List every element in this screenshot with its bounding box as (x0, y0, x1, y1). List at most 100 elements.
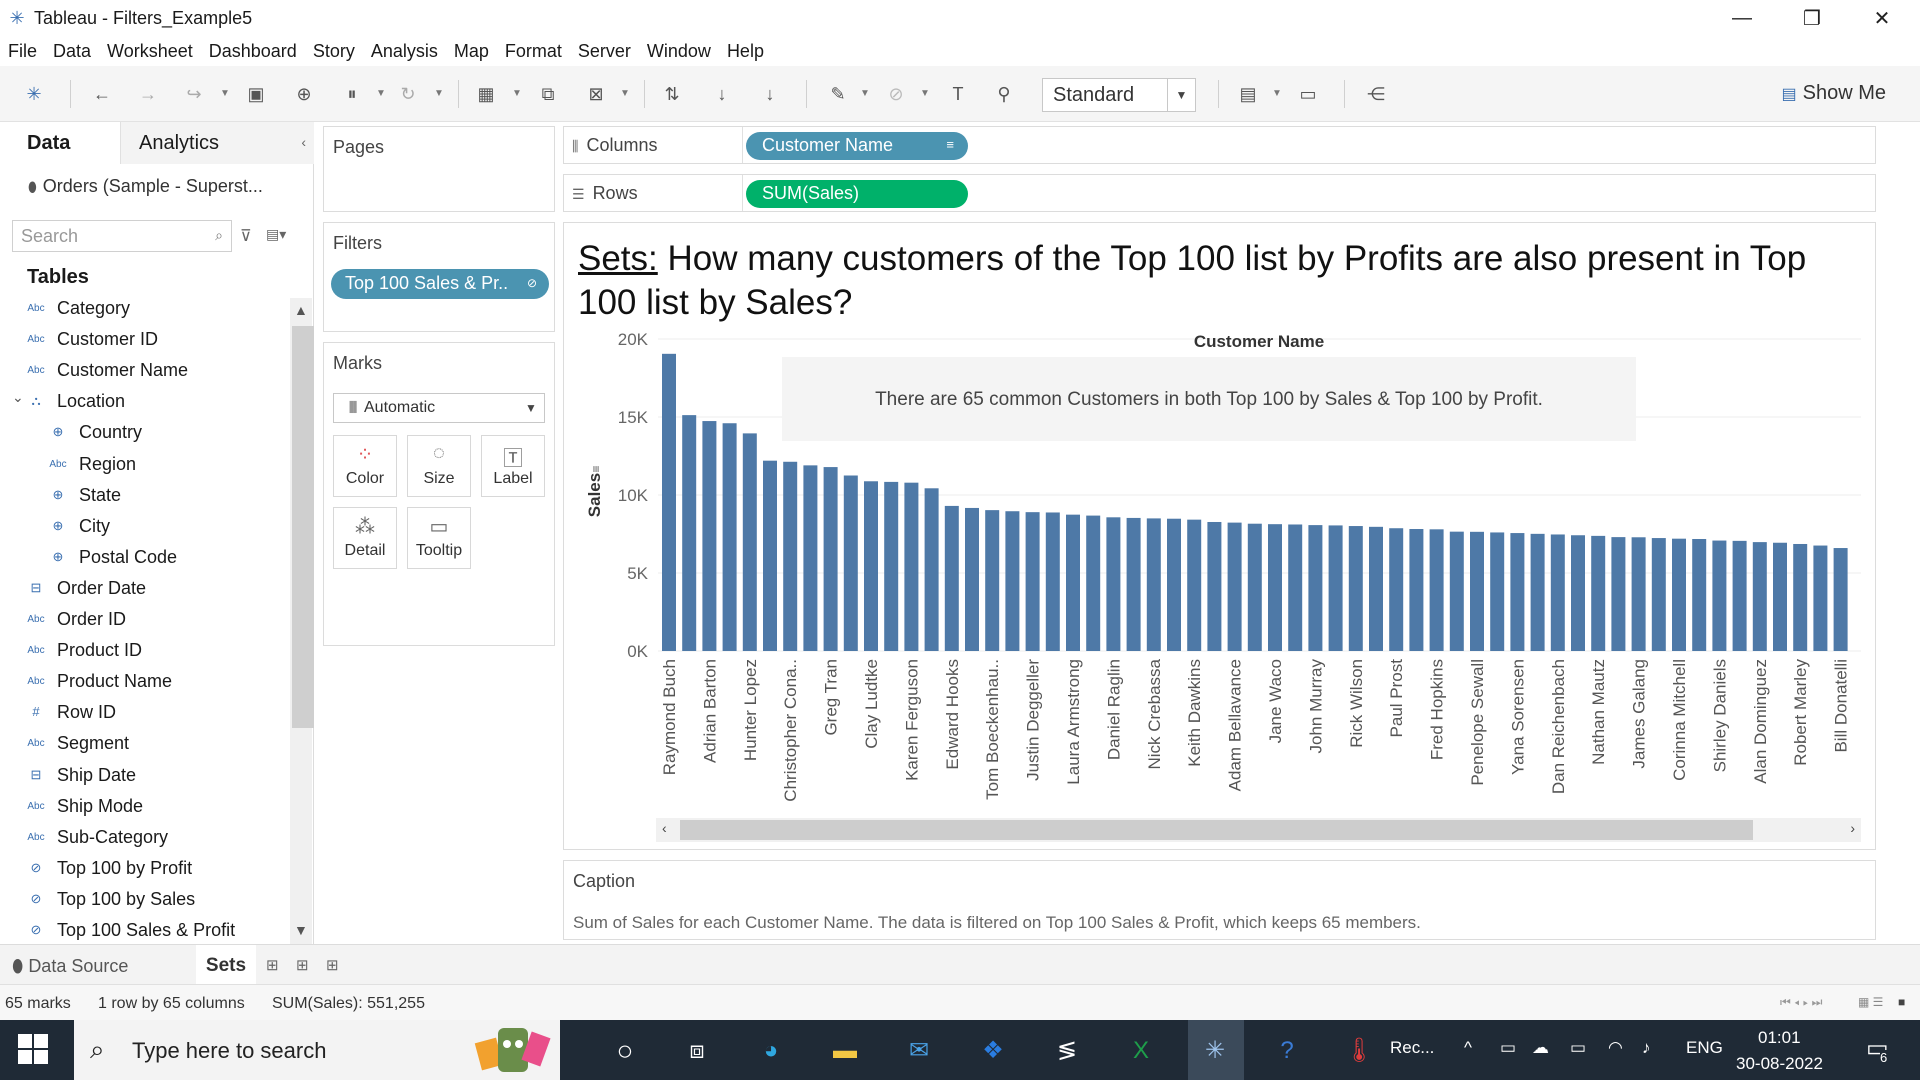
restore-icon[interactable]: ❐ (1782, 0, 1842, 36)
wifi-icon[interactable]: ◠ (1608, 1038, 1623, 1058)
field-item[interactable]: ⊟ Order Date (0, 578, 290, 604)
cortana-icon[interactable]: ○ (608, 1034, 642, 1068)
field-item[interactable]: Abc Product Name (0, 671, 290, 697)
field-item[interactable]: Abc Segment (0, 733, 290, 759)
save-icon[interactable]: ▣ (244, 82, 268, 106)
scroll-right-icon[interactable]: › (1850, 820, 1855, 836)
minimize-icon[interactable]: — (1712, 0, 1772, 36)
datasource-item[interactable]: ⬮ Orders (Sample - Superst... (28, 176, 263, 197)
clock-time[interactable]: 01:01 (1758, 1028, 1801, 1048)
field-item[interactable]: ⊕ Country (0, 422, 290, 448)
scroll-left-icon[interactable]: ‹ (662, 820, 667, 836)
menu-analysis[interactable]: Analysis (363, 41, 446, 62)
menu-window[interactable]: Window (639, 41, 719, 62)
battery-icon[interactable]: ▭ (1570, 1038, 1586, 1058)
field-item[interactable]: Abc Category (0, 298, 290, 324)
refresh-icon[interactable]: ↻ (396, 82, 420, 106)
tab-data-source[interactable]: ⬮ Data Source (12, 956, 128, 977)
replay-icon[interactable]: ↪ (182, 82, 206, 106)
dropbox-icon[interactable]: ❖ (976, 1034, 1010, 1068)
tableau-logo-icon[interactable]: ✳ (22, 82, 46, 106)
new-worksheet-icon[interactable]: ⊞ (266, 956, 279, 974)
tab-sets[interactable]: Sets (196, 945, 256, 985)
pause-updates-icon[interactable]: ⏸ (340, 82, 364, 106)
field-item[interactable]: Abc Product ID (0, 640, 290, 666)
new-worksheet-dropdown-icon[interactable]: ▼ (512, 82, 522, 106)
field-item[interactable]: # Row ID (0, 702, 290, 728)
app-icon[interactable]: ≶ (1050, 1034, 1084, 1068)
field-item[interactable]: ⌄ ⛬ Location (0, 389, 290, 417)
windows-start-icon[interactable] (18, 1034, 50, 1066)
scrollbar-thumb[interactable] (292, 326, 314, 728)
onedrive-icon[interactable]: ☁ (1532, 1038, 1549, 1058)
view-options-icon[interactable]: ▤▾ (266, 226, 286, 243)
field-item[interactable]: Abc Order ID (0, 609, 290, 635)
show-me-button[interactable]: ▤ Show Me (1782, 82, 1887, 105)
menu-format[interactable]: Format (497, 41, 570, 62)
filter-fields-icon[interactable]: ⊽ (240, 226, 252, 246)
pause-dropdown-icon[interactable]: ▼ (376, 82, 386, 106)
new-story-icon[interactable]: ⊞ (326, 956, 339, 974)
menu-file[interactable]: File (0, 41, 45, 62)
sheet-sorter-icon[interactable]: ▦ ☰ (1858, 995, 1883, 1009)
menu-data[interactable]: Data (45, 41, 99, 62)
redo-icon[interactable]: → (136, 82, 160, 106)
language-indicator[interactable]: ENG (1686, 1038, 1723, 1058)
expand-chevron-icon[interactable]: ⌄ (12, 389, 24, 406)
sheet-nav-icons[interactable]: ⏮ ◂ ▸ ⏭ (1780, 995, 1822, 1010)
highlight-dropdown-icon[interactable]: ▼ (860, 82, 870, 106)
pages-card[interactable]: Pages (323, 126, 555, 212)
presentation-mode-icon[interactable]: ▭ (1296, 82, 1320, 106)
volume-icon[interactable]: ♪ (1642, 1038, 1651, 1058)
fix-axes-icon[interactable]: ⚲ (992, 82, 1016, 106)
sort-ascending-icon[interactable]: ↓ (710, 82, 734, 106)
new-dashboard-icon[interactable]: ⊞ (296, 956, 309, 974)
share-icon[interactable]: ⋲ (1364, 82, 1388, 106)
field-list-scrollbar[interactable]: ▲ ▼ (290, 298, 314, 944)
new-worksheet-icon[interactable]: ▦ (474, 82, 498, 106)
undo-icon[interactable]: ← (90, 82, 114, 106)
fit-dropdown[interactable]: Standard ▼ (1042, 78, 1196, 112)
tooltip-button[interactable]: ▭ Tooltip (407, 507, 471, 569)
mail-icon[interactable]: ✉ (902, 1034, 936, 1068)
show-mark-labels-icon[interactable]: T (946, 82, 970, 106)
menu-map[interactable]: Map (446, 41, 497, 62)
field-item[interactable]: Abc Ship Mode (0, 796, 290, 822)
menu-help[interactable]: Help (719, 41, 772, 62)
field-item[interactable]: ⊘ Top 100 Sales & Profit (0, 920, 290, 944)
customer-name-pill[interactable]: Customer Name ≡ (746, 132, 968, 160)
menu-worksheet[interactable]: Worksheet (99, 41, 201, 62)
scroll-up-icon[interactable]: ▲ (294, 302, 308, 318)
columns-shelf[interactable]: ⫼ Columns Customer Name ≡ (563, 126, 1876, 164)
scrollbar-thumb[interactable] (680, 820, 1753, 840)
field-item[interactable]: Abc Customer Name (0, 360, 290, 386)
menu-dashboard[interactable]: Dashboard (201, 41, 305, 62)
collapse-pane-icon[interactable]: ‹ (301, 134, 306, 150)
menu-server[interactable]: Server (570, 41, 639, 62)
rec-app-label[interactable]: Rec... (1390, 1038, 1434, 1058)
help-icon[interactable]: ? (1270, 1034, 1304, 1068)
excel-icon[interactable]: X (1124, 1034, 1158, 1068)
field-item[interactable]: ⊕ State (0, 485, 290, 511)
taskbar-search-input[interactable]: ⌕ Type here to search (74, 1020, 560, 1080)
highlight-icon[interactable]: ✎ (826, 82, 850, 106)
thermometer-icon[interactable]: 🌡 (1342, 1034, 1376, 1068)
scroll-down-icon[interactable]: ▼ (294, 922, 308, 938)
swap-rows-columns-icon[interactable]: ⇅ (660, 82, 684, 106)
show-cards-icon[interactable]: ▤ (1236, 82, 1260, 106)
tab-data[interactable]: Data (0, 122, 120, 164)
search-input[interactable]: Search ⌕ (12, 220, 232, 252)
label-button[interactable]: 🅃 Label (481, 435, 545, 497)
tab-analytics[interactable]: Analytics ‹ (120, 122, 314, 164)
field-item[interactable]: Abc Region (0, 454, 290, 480)
group-members-icon[interactable]: ⊘ (884, 82, 908, 106)
file-explorer-icon[interactable]: ▬ (828, 1034, 862, 1068)
menu-story[interactable]: Story (305, 41, 363, 62)
new-datasource-icon[interactable]: ⊕ (292, 82, 316, 106)
field-item[interactable]: ⊕ City (0, 516, 290, 542)
refresh-dropdown-icon[interactable]: ▼ (434, 82, 444, 106)
field-item[interactable]: Abc Customer ID (0, 329, 290, 355)
size-button[interactable]: ◌ Size (407, 435, 471, 497)
filter-pill[interactable]: Top 100 Sales & Pr.. ⊘ (331, 269, 549, 299)
filmstrip-icon[interactable]: ■ (1898, 995, 1905, 1009)
